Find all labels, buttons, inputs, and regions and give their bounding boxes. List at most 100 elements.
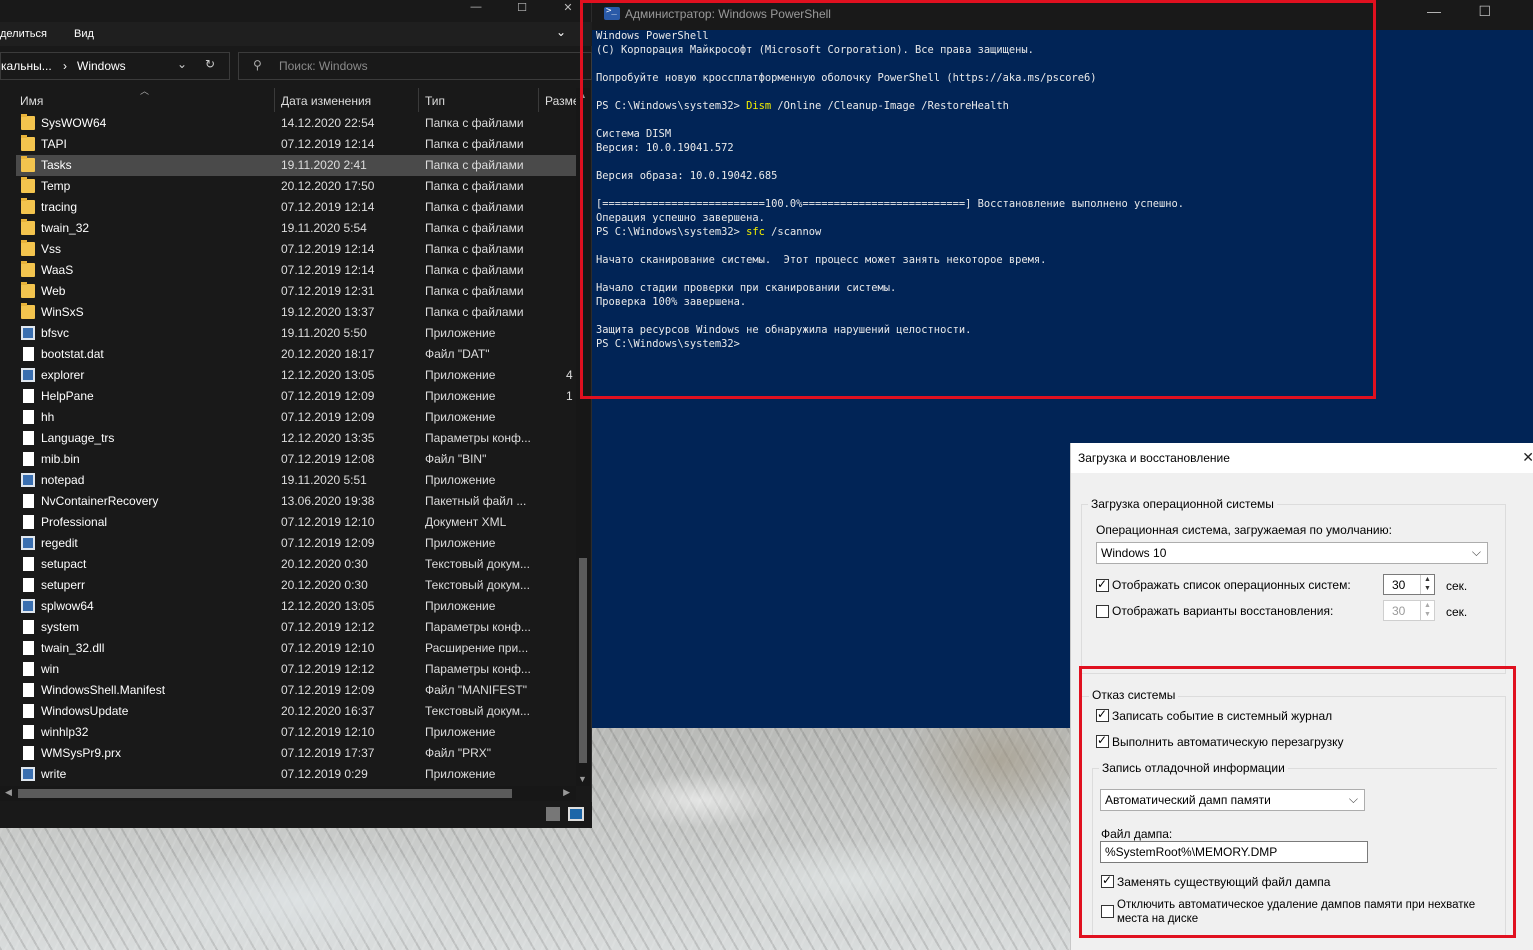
disable-auto-delete-label-continued[interactable]: места на диске	[1117, 913, 1198, 925]
dialog-titlebar[interactable]: Загрузка и восстановление ✕	[1071, 443, 1533, 473]
file-row[interactable]: WinSxS 19.12.2020 13:37 Папка с файлами	[16, 302, 576, 323]
horizontal-scrollbar[interactable]: ◀ ▶	[0, 786, 576, 801]
address-current-segment[interactable]: Windows	[77, 59, 126, 73]
column-divider[interactable]	[418, 88, 419, 112]
column-header-date[interactable]: Дата изменения	[281, 94, 371, 108]
scroll-down-icon[interactable]: ▼	[578, 774, 587, 784]
scrollbar-thumb[interactable]	[18, 789, 512, 798]
file-row[interactable]: win 07.12.2019 12:12 Параметры конф...	[16, 659, 576, 680]
file-row[interactable]: NvContainerRecovery 13.06.2020 19:38 Пакет…	[16, 491, 576, 512]
file-type: Приложение	[425, 326, 496, 340]
search-input[interactable]: Поиск: Windows	[279, 59, 368, 73]
refresh-icon[interactable]: ↻	[205, 57, 215, 71]
file-row[interactable]: mib.bin 07.12.2019 12:08 Файл "BIN"	[16, 449, 576, 470]
file-row[interactable]: WMSysPr9.prx 07.12.2019 17:37 Файл "PRX"	[16, 743, 576, 764]
file-row[interactable]: SysWOW64 14.12.2020 22:54 Папка с файлами	[16, 113, 576, 134]
console-text: PS C:\Windows\system32>	[596, 226, 747, 238]
file-row[interactable]: winhlp32 07.12.2019 12:10 Приложение	[16, 722, 576, 743]
folder-icon	[21, 282, 35, 298]
file-row[interactable]: Temp 20.12.2020 17:50 Папка с файлами	[16, 176, 576, 197]
chevron-down-icon[interactable]: ⌄	[177, 57, 187, 71]
file-row[interactable]: HelpPane 07.12.2019 12:09 Приложение 1	[16, 386, 576, 407]
column-header-size[interactable]: Разме	[545, 94, 580, 108]
file-row[interactable]: Web 07.12.2019 12:31 Папка с файлами	[16, 281, 576, 302]
file-row[interactable]: setuperr 20.12.2020 0:30 Текстовый докум..…	[16, 575, 576, 596]
log-event-label[interactable]: Записать событие в системный журнал	[1112, 709, 1332, 723]
file-row[interactable]: Professional 07.12.2019 12:10 Документ XML	[16, 512, 576, 533]
scroll-left-icon[interactable]: ◀	[5, 787, 12, 798]
ribbon-tab-share[interactable]: делиться	[0, 28, 47, 40]
dump-file-input[interactable]: %SystemRoot%\MEMORY.DMP	[1100, 841, 1368, 863]
file-row[interactable]: twain_32.dll 07.12.2019 12:10 Расширение п…	[16, 638, 576, 659]
overwrite-dump-checkbox[interactable]	[1101, 873, 1114, 888]
disable-auto-delete-label[interactable]: Отключить автоматическое удаление дампов…	[1117, 899, 1475, 911]
file-row[interactable]: WindowsShell.Manifest 07.12.2019 12:09 Фай…	[16, 680, 576, 701]
file-row[interactable]: notepad 19.11.2020 5:51 Приложение	[16, 470, 576, 491]
column-divider[interactable]	[538, 88, 539, 112]
minimize-icon[interactable]: —	[453, 0, 499, 14]
show-os-list-checkbox[interactable]	[1096, 577, 1109, 592]
file-row[interactable]: bootstat.dat 20.12.2020 18:17 Файл "DAT"	[16, 344, 576, 365]
minimize-icon[interactable]: —	[1427, 3, 1441, 19]
file-row[interactable]: regedit 07.12.2019 12:09 Приложение	[16, 533, 576, 554]
large-icons-view-icon[interactable]	[568, 807, 584, 821]
file-row[interactable]: TAPI 07.12.2019 12:14 Папка с файлами	[16, 134, 576, 155]
file-date: 20.12.2020 16:37	[281, 704, 375, 718]
file-row[interactable]: WindowsUpdate 20.12.2020 16:37 Текстовый д…	[16, 701, 576, 722]
address-prev-segment[interactable]: кальны...	[1, 59, 52, 73]
column-divider[interactable]	[274, 88, 275, 112]
folder-icon	[21, 219, 35, 235]
scroll-up-icon[interactable]: ▲	[578, 90, 587, 100]
show-recovery-label[interactable]: Отображать варианты восстановления:	[1112, 604, 1333, 618]
overwrite-dump-label[interactable]: Заменять существующий файл дампа	[1117, 875, 1330, 889]
address-bar[interactable]: кальны... › Windows ⌄ ↻	[0, 52, 230, 80]
file-type: Приложение	[425, 389, 496, 403]
file-date: 07.12.2019 17:37	[281, 746, 375, 760]
dump-type-select[interactable]: Автоматический дамп памяти ⌵	[1100, 789, 1365, 811]
default-os-select[interactable]: Windows 10 ⌵	[1096, 542, 1488, 564]
show-recovery-timeout-stepper[interactable]: 30 ▲ ▼	[1383, 600, 1435, 621]
maximize-icon[interactable]: ☐	[499, 0, 545, 14]
details-view-icon[interactable]	[546, 807, 560, 821]
file-row[interactable]: WaaS 07.12.2019 12:14 Папка с файлами	[16, 260, 576, 281]
log-event-checkbox[interactable]	[1096, 707, 1109, 722]
chevron-down-icon[interactable]: ⌄	[556, 25, 566, 39]
scroll-right-icon[interactable]: ▶	[563, 787, 570, 798]
file-row[interactable]: Tasks 19.11.2020 2:41 Папка с файлами	[16, 155, 576, 176]
file-icon	[23, 452, 34, 466]
show-os-list-label[interactable]: Отображать список операционных систем:	[1112, 578, 1351, 592]
vertical-scrollbar[interactable]: ▲ ▼	[576, 88, 590, 786]
file-row[interactable]: Language_trs 12.12.2020 13:35 Параметры ко…	[16, 428, 576, 449]
file-row[interactable]: explorer 12.12.2020 13:05 Приложение 4	[16, 365, 576, 386]
column-header-name[interactable]: Имя	[20, 94, 43, 108]
file-row[interactable]: hh 07.12.2019 12:09 Приложение	[16, 407, 576, 428]
ribbon-tab-view[interactable]: Вид	[74, 28, 94, 40]
stepper-arrows-icon[interactable]: ▲ ▼	[1420, 575, 1434, 594]
file-row[interactable]: write 07.12.2019 0:29 Приложение	[16, 764, 576, 785]
show-recovery-checkbox[interactable]	[1096, 605, 1109, 618]
file-row[interactable]: system 07.12.2019 12:12 Параметры конф...	[16, 617, 576, 638]
file-row[interactable]: tracing 07.12.2019 12:14 Папка с файлами	[16, 197, 576, 218]
scrollbar-thumb[interactable]	[579, 558, 587, 763]
file-row[interactable]: Vss 07.12.2019 12:14 Папка с файлами	[16, 239, 576, 260]
default-os-value: Windows 10	[1101, 546, 1167, 560]
console-output[interactable]: Windows PowerShell (C) Корпорация Майкрос…	[596, 29, 1526, 351]
file-row[interactable]: setupact 20.12.2020 0:30 Текстовый докум..…	[16, 554, 576, 575]
disable-auto-delete-checkbox[interactable]	[1101, 905, 1114, 918]
close-icon[interactable]: ✕	[545, 0, 591, 14]
dump-type-value: Автоматический дамп памяти	[1105, 793, 1271, 807]
powershell-titlebar[interactable]: Администратор: Windows PowerShell — ☐	[592, 0, 1533, 30]
file-row[interactable]: bfsvc 19.11.2020 5:50 Приложение	[16, 323, 576, 344]
seconds-label: сек.	[1446, 579, 1468, 593]
maximize-icon[interactable]: ☐	[1478, 3, 1491, 20]
show-os-list-timeout-stepper[interactable]: 30 ▲ ▼	[1383, 574, 1435, 595]
auto-restart-checkbox[interactable]	[1096, 733, 1109, 748]
close-icon[interactable]: ✕	[1522, 449, 1533, 466]
column-header-type[interactable]: Тип	[425, 94, 445, 108]
folder-icon	[21, 177, 35, 193]
stepper-arrows-icon[interactable]: ▲ ▼	[1420, 601, 1434, 620]
search-box[interactable]: ⚲ Поиск: Windows	[238, 52, 592, 80]
file-row[interactable]: splwow64 12.12.2020 13:05 Приложение	[16, 596, 576, 617]
auto-restart-label[interactable]: Выполнить автоматическую перезагрузку	[1112, 735, 1344, 749]
file-row[interactable]: twain_32 19.11.2020 5:54 Папка с файлами	[16, 218, 576, 239]
